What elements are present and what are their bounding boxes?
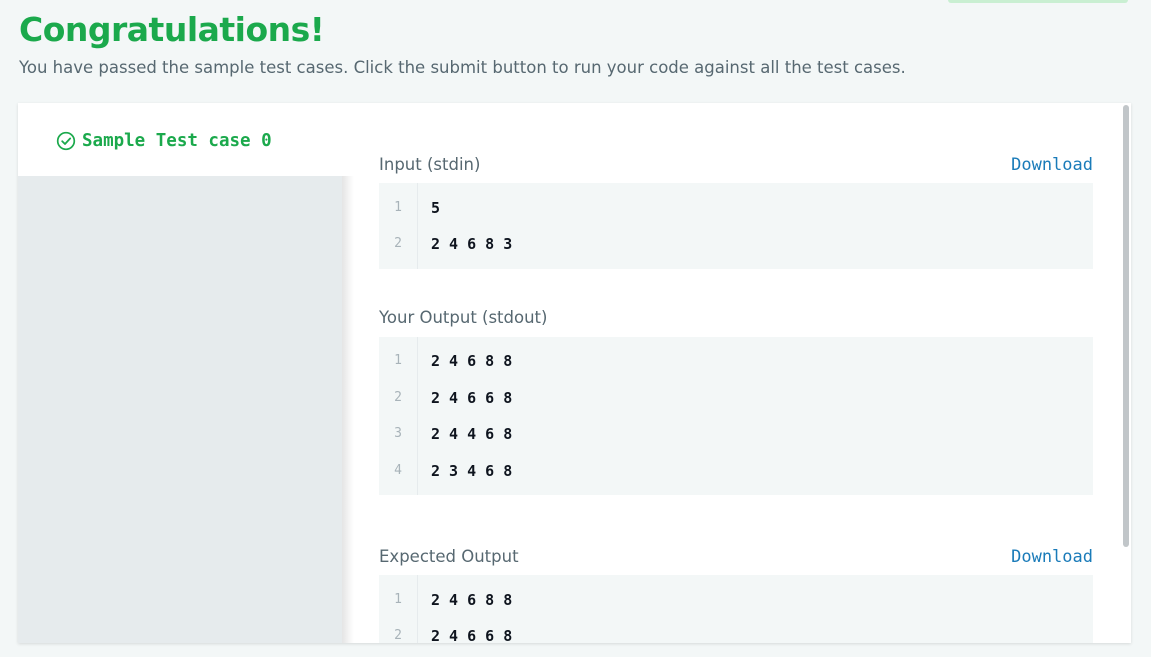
test-results-panel: Sample Test case 0 Input (stdin) Downloa… <box>18 103 1131 643</box>
test-case-sidebar: Sample Test case 0 <box>18 103 342 643</box>
tab-sample-test-case-0[interactable]: Sample Test case 0 <box>18 103 342 176</box>
expected-output-label: Expected Output <box>379 547 519 566</box>
line-number: 1 <box>394 353 402 368</box>
congratulations-title: Congratulations! <box>19 10 325 49</box>
code-line: 2 2 4 6 6 8 <box>379 380 1093 416</box>
check-circle-icon <box>56 131 76 151</box>
line-number: 2 <box>394 236 402 251</box>
line-number: 1 <box>394 592 402 607</box>
line-text: 2 4 6 8 8 <box>431 591 513 609</box>
tab-label: Sample Test case 0 <box>82 131 272 151</box>
congratulations-subtitle: You have passed the sample test cases. C… <box>19 58 906 77</box>
code-line: 1 2 4 6 8 8 <box>379 343 1093 379</box>
code-line: 1 2 4 6 8 8 <box>379 582 1093 618</box>
top-accent-bar <box>948 0 1128 3</box>
expected-download-link[interactable]: Download <box>1011 546 1093 568</box>
line-text: 2 3 4 6 8 <box>431 462 513 480</box>
code-line: 4 2 3 4 6 8 <box>379 453 1093 489</box>
panel-scrollbar[interactable] <box>1123 103 1129 643</box>
scrollbar-thumb[interactable] <box>1123 105 1129 547</box>
input-label: Input (stdin) <box>379 155 481 174</box>
line-number: 1 <box>394 200 402 215</box>
line-text: 2 4 6 6 8 <box>431 627 513 643</box>
line-number: 3 <box>394 426 402 441</box>
code-line: 2 2 4 6 8 3 <box>379 226 1093 262</box>
code-line: 3 2 4 4 6 8 <box>379 416 1093 452</box>
line-text: 2 4 6 6 8 <box>431 389 513 407</box>
line-text: 5 <box>431 199 441 217</box>
line-number: 2 <box>394 390 402 405</box>
line-text: 2 4 4 6 8 <box>431 425 513 443</box>
line-number: 4 <box>394 463 402 478</box>
input-code-box: 1 5 2 2 4 6 8 3 <box>379 183 1093 269</box>
code-line: 2 2 4 6 6 8 <box>379 618 1093 643</box>
code-line: 1 5 <box>379 190 1093 226</box>
output-label: Your Output (stdout) <box>379 308 548 327</box>
line-number: 2 <box>394 628 402 643</box>
test-case-content: Input (stdin) Download 1 5 2 2 4 6 8 3 Y… <box>342 103 1131 643</box>
output-code-box: 1 2 4 6 8 8 2 2 4 6 6 8 3 2 4 4 6 8 4 2 … <box>379 337 1093 495</box>
expected-code-box: 1 2 4 6 8 8 2 2 4 6 6 8 <box>379 575 1093 643</box>
line-text: 2 4 6 8 8 <box>431 352 513 370</box>
input-download-link[interactable]: Download <box>1011 154 1093 176</box>
line-text: 2 4 6 8 3 <box>431 235 513 253</box>
